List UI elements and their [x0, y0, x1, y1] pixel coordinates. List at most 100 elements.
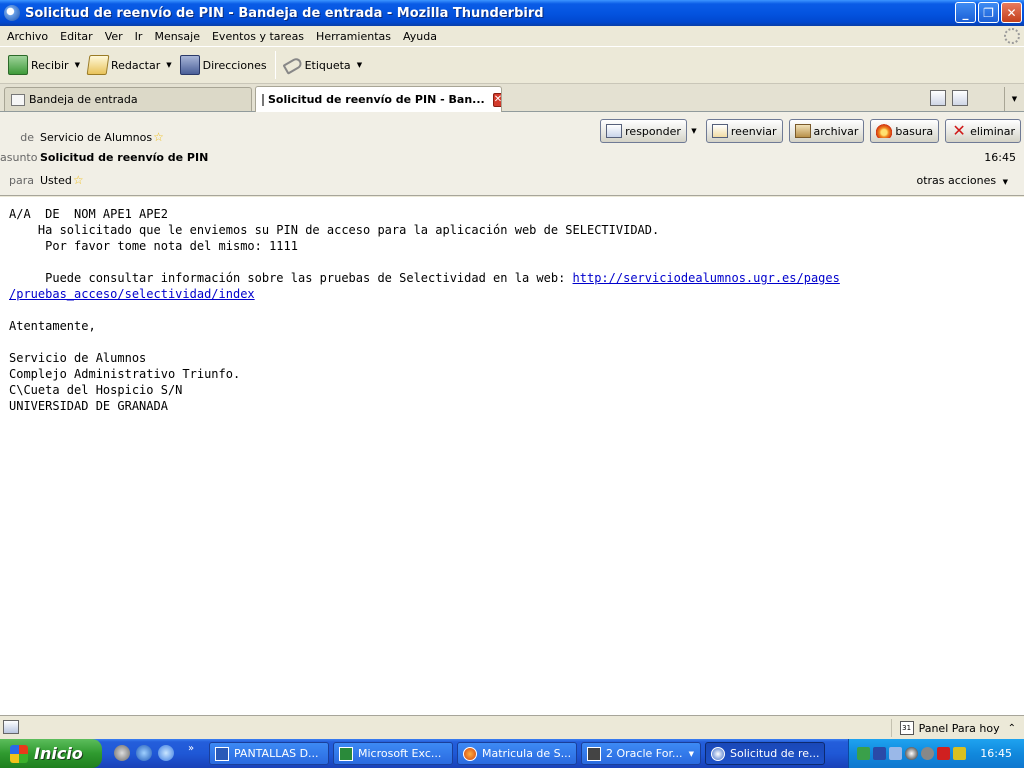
tab-message-label: Solicitud de reenvío de PIN - Ban... [268, 93, 485, 106]
message-header: de Servicio de Alumnos ☆ asunto Solicitu… [0, 112, 1024, 196]
task-label: Solicitud de re... [730, 747, 820, 760]
chevron-up-icon: ⌃ [1007, 722, 1016, 734]
archive-button[interactable]: archivar [788, 119, 865, 143]
taskbar-firefox[interactable]: Matricula de S... [457, 742, 577, 765]
menu-archivo[interactable]: Archivo [3, 30, 56, 43]
firefox-icon [463, 746, 477, 761]
tray-alert-icon[interactable] [937, 747, 950, 760]
signature-line: UNIVERSIDAD DE GRANADA [9, 399, 168, 413]
status-bar: 31 Panel Para hoy ⌃ [0, 715, 1024, 739]
tray-messenger-icon[interactable] [889, 747, 902, 760]
star-icon[interactable]: ☆ [73, 173, 84, 187]
toolbar-separator [274, 51, 276, 79]
reply-dropdown-icon[interactable]: ▼ [688, 119, 700, 143]
junk-label: basura [895, 124, 934, 138]
archive-icon [794, 124, 811, 138]
thunderbird-icon [711, 746, 725, 761]
tray-panda-icon[interactable] [905, 747, 918, 760]
close-button[interactable]: ✕ [1001, 2, 1022, 23]
tray-network-icon[interactable] [857, 747, 870, 760]
get-mail-button[interactable]: Recibir ▼ [4, 50, 84, 80]
get-mail-label: Recibir [31, 58, 69, 72]
reply-button[interactable]: responder [600, 119, 687, 143]
ie-alt-icon[interactable] [158, 745, 174, 761]
reply-icon [606, 124, 623, 138]
junk-button[interactable]: basura [870, 119, 940, 143]
selectividad-link[interactable]: http://serviciodealumnos.ugr.es/pages [573, 271, 840, 285]
signature-line: Servicio de Alumnos [9, 351, 147, 365]
windows-flag-icon [10, 744, 28, 763]
menu-ver[interactable]: Ver [101, 30, 131, 43]
write-button[interactable]: Redactar ▼ [84, 50, 176, 80]
menu-herramientas[interactable]: Herramientas [312, 30, 399, 43]
word-icon [215, 746, 229, 761]
menu-ir[interactable]: Ir [131, 30, 151, 43]
minimize-button[interactable]: _ [955, 2, 976, 23]
menu-mensaje[interactable]: Mensaje [150, 30, 208, 43]
taskbar-excel[interactable]: Microsoft Exc... [333, 742, 453, 765]
write-dropdown-icon[interactable]: ▼ [166, 61, 171, 69]
write-icon [86, 55, 110, 75]
taskbar-oracle-group[interactable]: 2 Oracle For... ▼ [581, 742, 701, 765]
tray-update-icon[interactable] [921, 747, 934, 760]
tasks-tab-icon[interactable] [952, 90, 968, 106]
taskbar-thunderbird[interactable]: Solicitud de re... [705, 742, 825, 765]
tab-tools [930, 90, 968, 106]
menu-ayuda[interactable]: Ayuda [399, 30, 445, 43]
subject-row: asunto Solicitud de reenvío de PIN [0, 151, 208, 164]
tab-inbox-label: Bandeja de entrada [29, 93, 138, 106]
excel-icon [339, 746, 353, 761]
body-line: Puede consultar información sobre las pr… [9, 271, 573, 285]
tag-button[interactable]: Etiqueta ▼ [280, 50, 367, 80]
today-pane-toggle[interactable]: 31 Panel Para hoy ⌃ [890, 719, 1016, 737]
offline-status-icon[interactable] [3, 720, 19, 734]
tab-message[interactable]: Solicitud de reenvío de PIN - Ban... ✕ [255, 86, 502, 112]
start-label: Inicio [34, 744, 83, 763]
message-actions: responder ▼ reenviar archivar basura ✕ e… [600, 119, 1021, 143]
tag-icon [282, 55, 304, 75]
to-row: para Usted ☆ [0, 173, 84, 187]
message-body: A/A DE NOM APE1 APE2 Ha solicitado que l… [0, 197, 1024, 715]
from-value[interactable]: Servicio de Alumnos [40, 131, 152, 144]
tab-inbox[interactable]: Bandeja de entrada [4, 87, 252, 111]
tab-list-dropdown[interactable]: ▼ [1004, 87, 1024, 111]
body-line: Ha solicitado que le enviemos su PIN de … [9, 223, 660, 237]
tray-security-icon[interactable] [873, 747, 886, 760]
tab-close-icon[interactable]: ✕ [492, 92, 501, 107]
archive-label: archivar [813, 124, 859, 138]
to-label: para [9, 173, 34, 187]
message-time: 16:45 [984, 151, 1016, 164]
tray-battery-icon[interactable] [953, 747, 966, 760]
reply-label: responder [625, 124, 681, 138]
signature-line: Complejo Administrativo Triunfo. [9, 367, 241, 381]
star-icon[interactable]: ☆ [153, 130, 164, 144]
subject-value: Solicitud de reenvío de PIN [40, 151, 209, 164]
write-label: Redactar [110, 58, 161, 72]
address-book-button[interactable]: Direcciones [176, 50, 271, 80]
menu-eventos[interactable]: Eventos y tareas [208, 30, 312, 43]
tag-dropdown-icon: ▼ [356, 61, 363, 69]
task-label: Matricula de S... [482, 747, 572, 760]
taskbar-word[interactable]: PANTALLAS D... [209, 742, 329, 765]
forward-icon [711, 124, 728, 138]
oracle-icon [587, 746, 601, 761]
delete-button[interactable]: ✕ eliminar [945, 119, 1021, 143]
calendar-tab-icon[interactable] [930, 90, 946, 106]
desktop-icon[interactable] [114, 745, 130, 761]
taskbar-clock: 16:45 [980, 747, 1012, 760]
task-label: PANTALLAS D... [234, 747, 319, 760]
quick-launch [114, 745, 174, 761]
forward-button[interactable]: reenviar [705, 119, 783, 143]
menu-editar[interactable]: Editar [56, 30, 101, 43]
get-mail-dropdown-icon[interactable]: ▼ [75, 61, 80, 69]
restore-button[interactable]: ❐ [978, 2, 999, 23]
start-button[interactable]: Inicio [0, 739, 102, 768]
ie-icon[interactable] [136, 745, 152, 761]
quick-launch-more[interactable]: » [188, 743, 194, 754]
selectividad-link-continued[interactable]: /pruebas_acceso/selectividad/index [9, 287, 255, 301]
more-actions-menu[interactable]: otras acciones ▼ [916, 174, 1008, 187]
get-mail-icon [8, 55, 28, 75]
more-actions-dropdown-icon: ▼ [1002, 178, 1008, 186]
windows-taskbar: Inicio » PANTALLAS D... Microsoft Exc...… [0, 739, 1024, 768]
to-value[interactable]: Usted [40, 174, 72, 187]
